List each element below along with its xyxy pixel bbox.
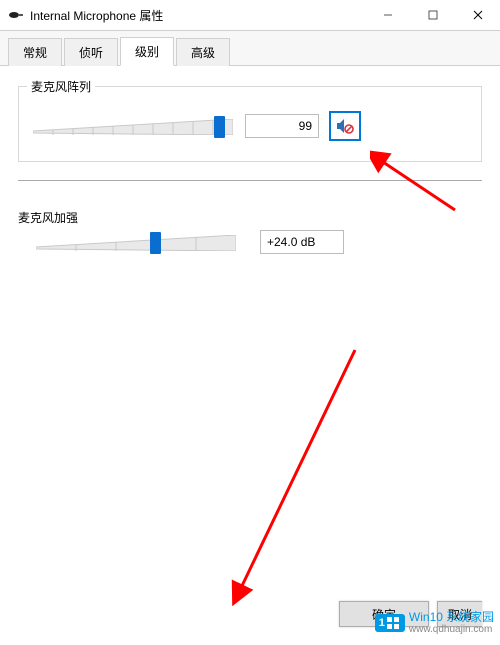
mic-icon xyxy=(8,7,24,23)
tab-content: 麦克风阵列 xyxy=(0,66,500,274)
watermark: 1 Win10 系统家园 www.qdhuajin.com xyxy=(375,611,494,635)
mic-boost-slider[interactable] xyxy=(36,231,236,253)
tab-levels[interactable]: 级别 xyxy=(120,37,174,66)
window-controls xyxy=(365,0,500,30)
mic-boost-label: 麦克风加强 xyxy=(18,209,482,226)
window-title: Internal Microphone 属性 xyxy=(30,7,163,24)
watermark-win10: Win10 xyxy=(409,610,443,624)
mic-array-label: 麦克风阵列 xyxy=(27,78,95,95)
titlebar: Internal Microphone 属性 xyxy=(0,0,500,31)
watermark-line1: 系统家园 xyxy=(446,610,494,624)
close-button[interactable] xyxy=(455,0,500,30)
mic-array-group: 麦克风阵列 xyxy=(18,86,482,162)
mic-array-value[interactable] xyxy=(245,114,319,138)
mic-boost-row xyxy=(18,230,482,254)
mute-button[interactable] xyxy=(329,111,361,141)
watermark-badge-1: 1 xyxy=(379,617,385,629)
separator xyxy=(18,180,482,181)
tab-advanced[interactable]: 高级 xyxy=(176,38,230,66)
mic-array-slider-thumb[interactable] xyxy=(214,116,225,138)
mic-array-row xyxy=(33,111,467,141)
tab-bar: 常规 侦听 级别 高级 xyxy=(0,31,500,66)
annotation-arrow-ok xyxy=(225,340,375,610)
mic-boost-value[interactable] xyxy=(260,230,344,254)
tab-listen[interactable]: 侦听 xyxy=(64,38,118,66)
minimize-button[interactable] xyxy=(365,0,410,30)
mic-array-slider[interactable] xyxy=(33,115,233,137)
maximize-button[interactable] xyxy=(410,0,455,30)
tab-general[interactable]: 常规 xyxy=(8,38,62,66)
mic-boost-section: 麦克风加强 xyxy=(18,209,482,254)
watermark-url: www.qdhuajin.com xyxy=(409,624,494,635)
mic-boost-slider-thumb[interactable] xyxy=(150,232,161,254)
watermark-badge: 1 xyxy=(375,614,405,632)
